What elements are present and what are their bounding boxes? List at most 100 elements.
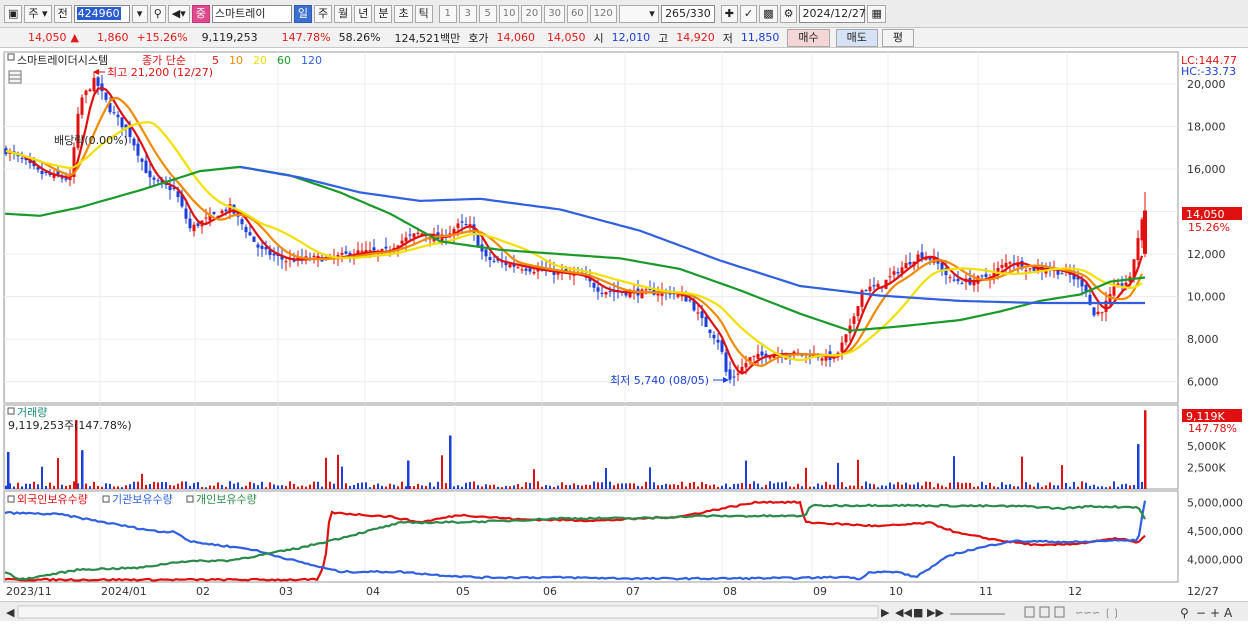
ma-legend-120: 120: [301, 54, 322, 67]
sound-icon[interactable]: ◀▾: [167, 4, 190, 23]
volume-bar: [161, 481, 163, 489]
candle-body: [156, 180, 160, 182]
volume-bar: [129, 484, 131, 489]
rewind-icon[interactable]: ◀◀: [895, 606, 912, 619]
volume-bar: [793, 486, 795, 489]
window-icon[interactable]: ▣: [4, 4, 23, 23]
candle-body: [952, 279, 956, 281]
period-tab-4[interactable]: 분: [374, 4, 393, 23]
interval-tab-60[interactable]: 60: [566, 4, 588, 23]
volume-bar: [245, 485, 247, 489]
interval-tab-120[interactable]: 120: [589, 4, 617, 23]
code-dropdown-icon[interactable]: ▾: [131, 4, 148, 23]
volume-bar: [909, 484, 911, 489]
candle-body: [608, 291, 612, 293]
volume-bar: [165, 482, 167, 489]
table-icon[interactable]: [8, 70, 22, 84]
buy-button[interactable]: 매수: [787, 28, 830, 47]
volume-bar: [105, 483, 107, 489]
stock-name-field: 스마트레이: [211, 4, 292, 23]
volume-bar: [41, 466, 43, 489]
volume-bar: [173, 485, 175, 489]
x-tick-9: 09: [813, 585, 827, 598]
interval-tab-1[interactable]: 1: [438, 4, 457, 23]
sell-button[interactable]: 매도: [835, 28, 878, 47]
candle-body: [640, 289, 644, 299]
volume-bar: [297, 486, 299, 489]
crosshair-icon[interactable]: ✚: [720, 4, 738, 23]
prev-button[interactable]: 전: [53, 4, 72, 23]
volume-bar: [189, 485, 191, 489]
stock-code-input[interactable]: 424960: [73, 4, 130, 23]
count-value: 265: [665, 6, 687, 20]
forward-icon[interactable]: ▶▶: [927, 606, 944, 619]
eval-button[interactable]: 평: [881, 28, 915, 47]
zoom-out-icon[interactable]: −: [1196, 606, 1206, 620]
ma-legend-60: 60: [277, 54, 291, 67]
volume-bar: [1021, 456, 1023, 489]
bottom-scrollbar[interactable]: ◀ ▶ ◀◀ ■ ▶▶ ∽∽∽ ❲❳ ⚲ − + A: [0, 601, 1248, 621]
volume-bar: [545, 485, 547, 489]
search-icon[interactable]: ⚲: [149, 4, 166, 23]
volume-bar: [789, 486, 791, 489]
volume-bar: [365, 482, 367, 489]
interval-tab-5[interactable]: 5: [478, 4, 497, 23]
quote-label: 호가: [468, 31, 489, 45]
gear-icon[interactable]: ⚙: [779, 4, 798, 23]
last-price-label: 14,050: [1186, 208, 1225, 221]
panel-icon-c[interactable]: [1054, 606, 1065, 618]
volume-bar: [1081, 481, 1083, 489]
low-price: 11,850: [740, 31, 780, 44]
scroll-track[interactable]: [17, 605, 879, 619]
save-icon[interactable]: ▩: [759, 4, 778, 23]
period-tab-2[interactable]: 월: [334, 4, 353, 23]
tool-icons[interactable]: ∽∽∽ ❲❳: [1075, 608, 1120, 619]
panel-icon-a[interactable]: [1024, 606, 1035, 618]
volume-bar: [249, 481, 251, 489]
candle-body: [372, 247, 376, 251]
volume-bar: [101, 486, 103, 489]
zoom-icon[interactable]: ⚲: [1180, 606, 1189, 620]
interval-dropdown[interactable]: ▾: [618, 4, 659, 23]
sell-label: 매도: [846, 30, 867, 44]
scroll-left-icon[interactable]: ◀: [6, 606, 15, 619]
period-tab-3[interactable]: 년: [354, 4, 373, 23]
stock-chart[interactable]: 20,00018,00016,00014,00012,00010,0008,00…: [0, 50, 1248, 601]
chart-area[interactable]: 20,00018,00016,00014,00012,00010,0008,00…: [0, 50, 1248, 601]
calendar-icon[interactable]: ▦: [867, 4, 886, 23]
x-end-label: 12/27: [1187, 585, 1219, 598]
count-field[interactable]: 265/330: [660, 4, 715, 23]
volume-bar: [933, 487, 935, 489]
candle-body: [508, 264, 512, 268]
period-tab-5[interactable]: 초: [394, 4, 413, 23]
scroll-right-icon[interactable]: ▶: [881, 606, 890, 619]
interval-tab-30[interactable]: 30: [544, 4, 565, 23]
zoom-in-icon[interactable]: +: [1210, 606, 1220, 620]
interval-tabs: 1 3 5 10 20 30 60 120: [438, 4, 617, 23]
period-tab-0[interactable]: 일: [293, 4, 312, 23]
volume-ratio: 147.78%: [281, 31, 331, 44]
volume-bar: [25, 483, 27, 489]
period-tab-6[interactable]: 틱: [414, 4, 433, 23]
candle-body: [152, 177, 156, 180]
candle-body: [1004, 262, 1008, 268]
period-tab-1[interactable]: 주: [313, 4, 333, 23]
date-field[interactable]: 2024/12/27: [799, 4, 866, 23]
draw-icon[interactable]: ✓: [739, 4, 758, 23]
volume-bar: [473, 481, 475, 489]
volume-bar: [265, 487, 267, 489]
panel-icon-b[interactable]: [1039, 606, 1050, 618]
stop-icon[interactable]: ■: [913, 606, 923, 619]
interval-tab-20[interactable]: 20: [521, 4, 543, 23]
volume-bar: [929, 481, 931, 489]
interval-tab-3[interactable]: 3: [458, 4, 477, 23]
candle-body: [888, 276, 892, 278]
volume-bar: [709, 485, 711, 489]
price-tick-1: 18,000: [1187, 120, 1226, 133]
font-size-icon[interactable]: A: [1224, 606, 1233, 620]
candle-body: [272, 253, 276, 256]
market-type-select[interactable]: 주 ▾: [24, 4, 52, 23]
volume-bar: [609, 481, 611, 489]
volume-spike: [7, 451, 10, 489]
interval-tab-10[interactable]: 10: [498, 4, 520, 23]
